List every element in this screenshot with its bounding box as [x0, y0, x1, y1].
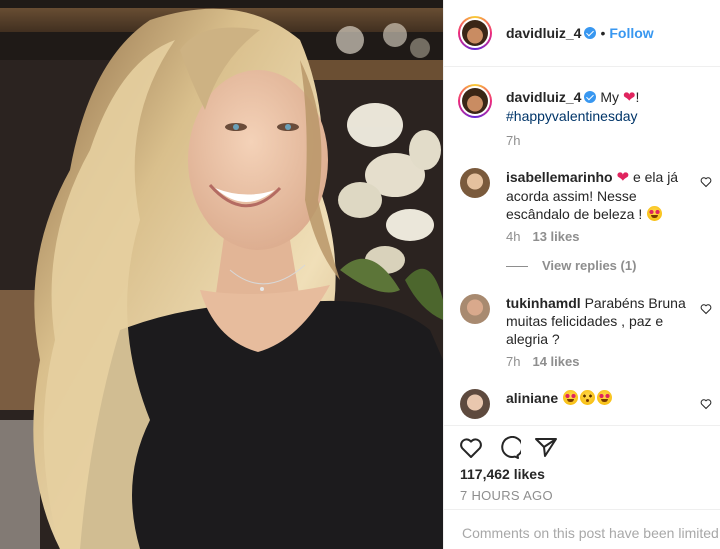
header-username[interactable]: davidluiz_4 — [506, 25, 581, 41]
comment-item: tukinhamdl Parabéns Bruna muitas felicid… — [506, 294, 702, 348]
post-caption: davidluiz_4 My ❤! #happyvalentinesday — [506, 88, 702, 125]
heart-eyes-emoji-icon — [647, 206, 663, 221]
post-header: davidluiz_4 • Follow — [444, 0, 720, 67]
comment-username[interactable]: aliniane — [506, 390, 558, 406]
comment-item: isabellemarinho ❤ e ela já acorda assim!… — [506, 168, 702, 223]
post-side-panel: davidluiz_4 • Follow davidluiz_4 My ❤! #ha… — [443, 0, 720, 549]
caption-time[interactable]: 7h — [506, 133, 520, 148]
comment-username[interactable]: tukinhamdl — [506, 295, 581, 311]
caption-hashtag[interactable]: #happyvalentinesday — [506, 108, 638, 124]
author-avatar[interactable] — [458, 16, 492, 50]
red-heart-emoji-icon: ❤ — [616, 169, 630, 186]
header-user-row: davidluiz_4 • Follow — [506, 25, 654, 43]
heart-outline-icon[interactable] — [459, 436, 483, 460]
small-heart-icon[interactable] — [700, 176, 712, 188]
comment-time[interactable]: 7h — [506, 354, 520, 369]
verified-badge-icon — [584, 91, 597, 103]
photo-illustration — [0, 0, 443, 549]
comment-meta: 4h 13 likes — [506, 229, 579, 244]
kiss-face-emoji-icon — [580, 390, 596, 405]
action-bar — [444, 425, 720, 459]
comment-bubble-icon[interactable] — [497, 436, 521, 460]
likes-count[interactable]: 117,462 likes — [460, 466, 545, 482]
comment-likes[interactable]: 13 likes — [532, 229, 579, 244]
heart-eyes-emoji-icon — [597, 390, 613, 405]
comment-likes[interactable]: 14 likes — [532, 354, 579, 369]
comment-meta: 7h 14 likes — [506, 354, 579, 369]
comment-avatar[interactable] — [460, 168, 490, 198]
post-timestamp[interactable]: 7 HOURS AGO — [460, 488, 553, 503]
comments-disabled-notice: Comments on this post have been limited — [444, 509, 720, 549]
small-heart-icon[interactable] — [700, 398, 712, 410]
comment-time[interactable]: 4h — [506, 229, 520, 244]
red-heart-emoji-icon: ❤ — [622, 89, 636, 106]
caption-username[interactable]: davidluiz_4 — [506, 89, 581, 105]
view-replies-label: View replies (1) — [542, 258, 637, 273]
follow-button[interactable]: Follow — [609, 25, 653, 41]
comment-username[interactable]: isabellemarinho — [506, 169, 613, 185]
small-heart-icon[interactable] — [700, 303, 712, 315]
verified-badge-icon — [584, 27, 597, 39]
heart-eyes-emoji-icon — [563, 390, 579, 405]
replies-divider — [506, 266, 528, 268]
caption-text: My — [600, 89, 620, 105]
view-replies-button[interactable]: View replies (1) — [506, 258, 636, 273]
comment-avatar[interactable] — [460, 294, 490, 324]
post-photo[interactable] — [0, 0, 443, 549]
caption-avatar[interactable] — [458, 84, 492, 118]
comment-item: aliniane — [506, 389, 702, 407]
paper-plane-icon[interactable] — [534, 436, 558, 460]
header-separator: • — [600, 25, 606, 41]
caption-exclaim: ! — [635, 89, 640, 105]
comment-avatar[interactable] — [460, 389, 490, 419]
